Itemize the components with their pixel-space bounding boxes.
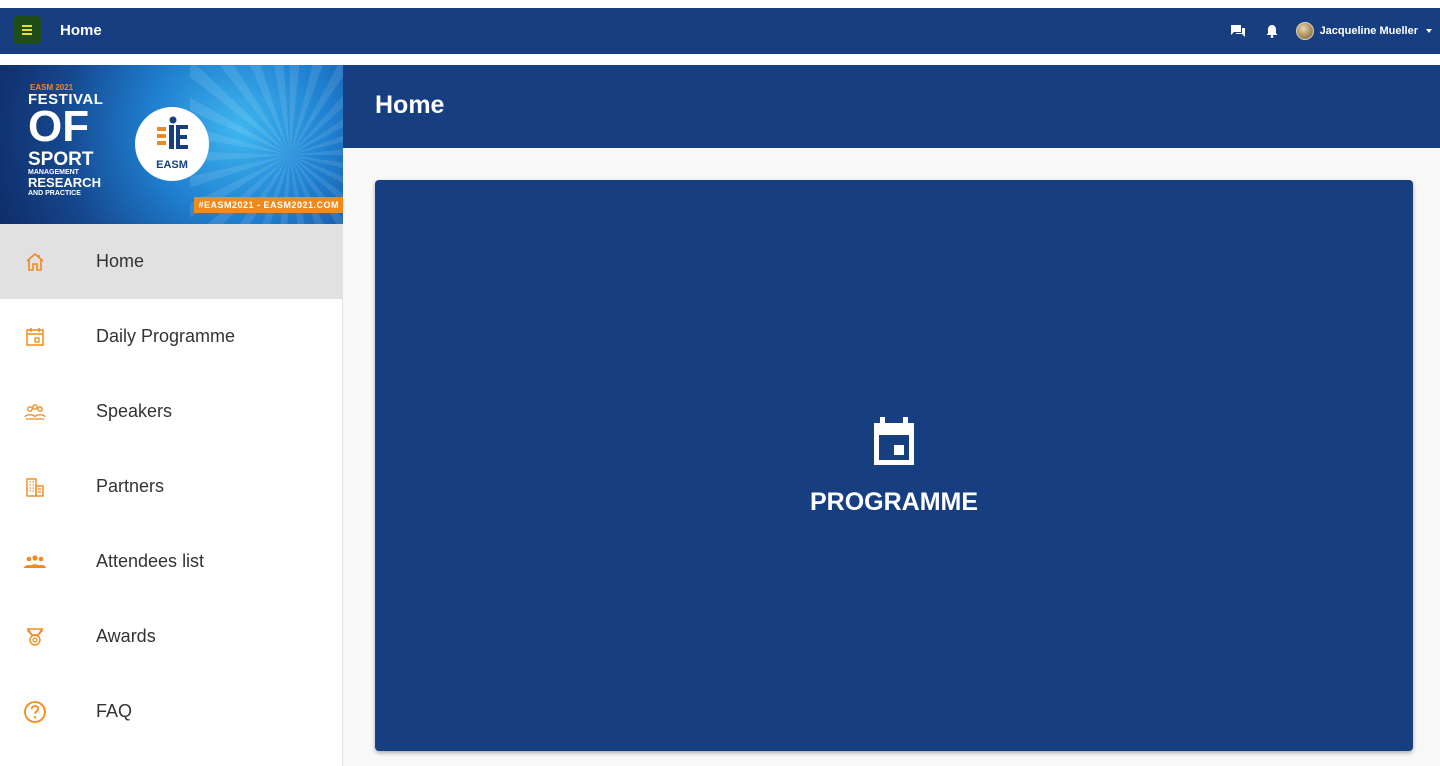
banner-sport: SPORT — [28, 149, 94, 170]
easm-logo-text: EASM — [156, 159, 188, 171]
programme-card-label: PROGRAMME — [809, 488, 979, 516]
sidebar: EASM 2021 FESTIVAL OF SPORT MANAGEMENT R… — [0, 65, 343, 766]
page-header: Home — [343, 65, 1440, 148]
sidebar-item-awards[interactable]: Awards — [0, 599, 342, 674]
banner-research: RESEARCH — [28, 175, 101, 190]
sidebar-item-label: Daily Programme — [96, 326, 236, 346]
sidebar-item-label: Attendees list — [96, 551, 205, 571]
bell-icon[interactable] — [1262, 21, 1282, 41]
sidebar-item-label: FAQ — [96, 701, 133, 721]
banner-practice: AND PRACTICE — [28, 190, 81, 197]
topbar-actions: Jacqueline Mueller — [1228, 21, 1432, 41]
sidebar-item-label: Home — [96, 251, 145, 271]
chat-icon[interactable] — [1228, 21, 1248, 41]
hamburger-icon — [22, 25, 32, 35]
sidebar-item-daily-programme[interactable]: Daily Programme — [0, 299, 342, 374]
user-menu[interactable]: Jacqueline Mueller — [1295, 22, 1432, 40]
sidebar-item-label: Partners — [96, 476, 165, 496]
menu-toggle-button[interactable] — [13, 16, 41, 44]
calendar-icon — [874, 417, 914, 465]
chevron-down-icon — [1426, 29, 1432, 33]
avatar — [1295, 22, 1314, 40]
calendar-icon — [22, 324, 48, 350]
sidebar-item-attendees-list[interactable]: Attendees list — [0, 524, 342, 599]
user-name: Jacqueline Mueller — [1319, 25, 1418, 37]
banner-tagline: #EASM2021 - EASM2021.COM — [194, 197, 343, 213]
help-circle-icon — [22, 699, 48, 725]
sidebar-item-faq[interactable]: FAQ — [0, 674, 342, 749]
event-banner: EASM 2021 FESTIVAL OF SPORT MANAGEMENT R… — [0, 65, 343, 224]
sidebar-item-partners[interactable]: Partners — [0, 449, 342, 524]
sidebar-item-home[interactable]: Home — [0, 224, 342, 299]
speakers-icon — [22, 399, 48, 425]
buildings-icon — [22, 474, 48, 500]
sidebar-item-label: Speakers — [96, 401, 173, 421]
page-title: Home — [375, 91, 445, 119]
home-icon — [22, 249, 48, 275]
sidebar-item-speakers[interactable]: Speakers — [0, 374, 342, 449]
easm-logo-mark-icon — [157, 116, 188, 149]
medal-icon — [22, 624, 48, 650]
sidebar-item-label: Awards — [96, 626, 156, 646]
banner-of: OF — [28, 102, 90, 151]
programme-card[interactable]: PROGRAMME — [375, 180, 1413, 751]
topbar-title: Home — [60, 22, 102, 39]
top-bar: Home Jacqueline Mueller — [0, 8, 1440, 54]
attendees-icon — [22, 549, 48, 575]
